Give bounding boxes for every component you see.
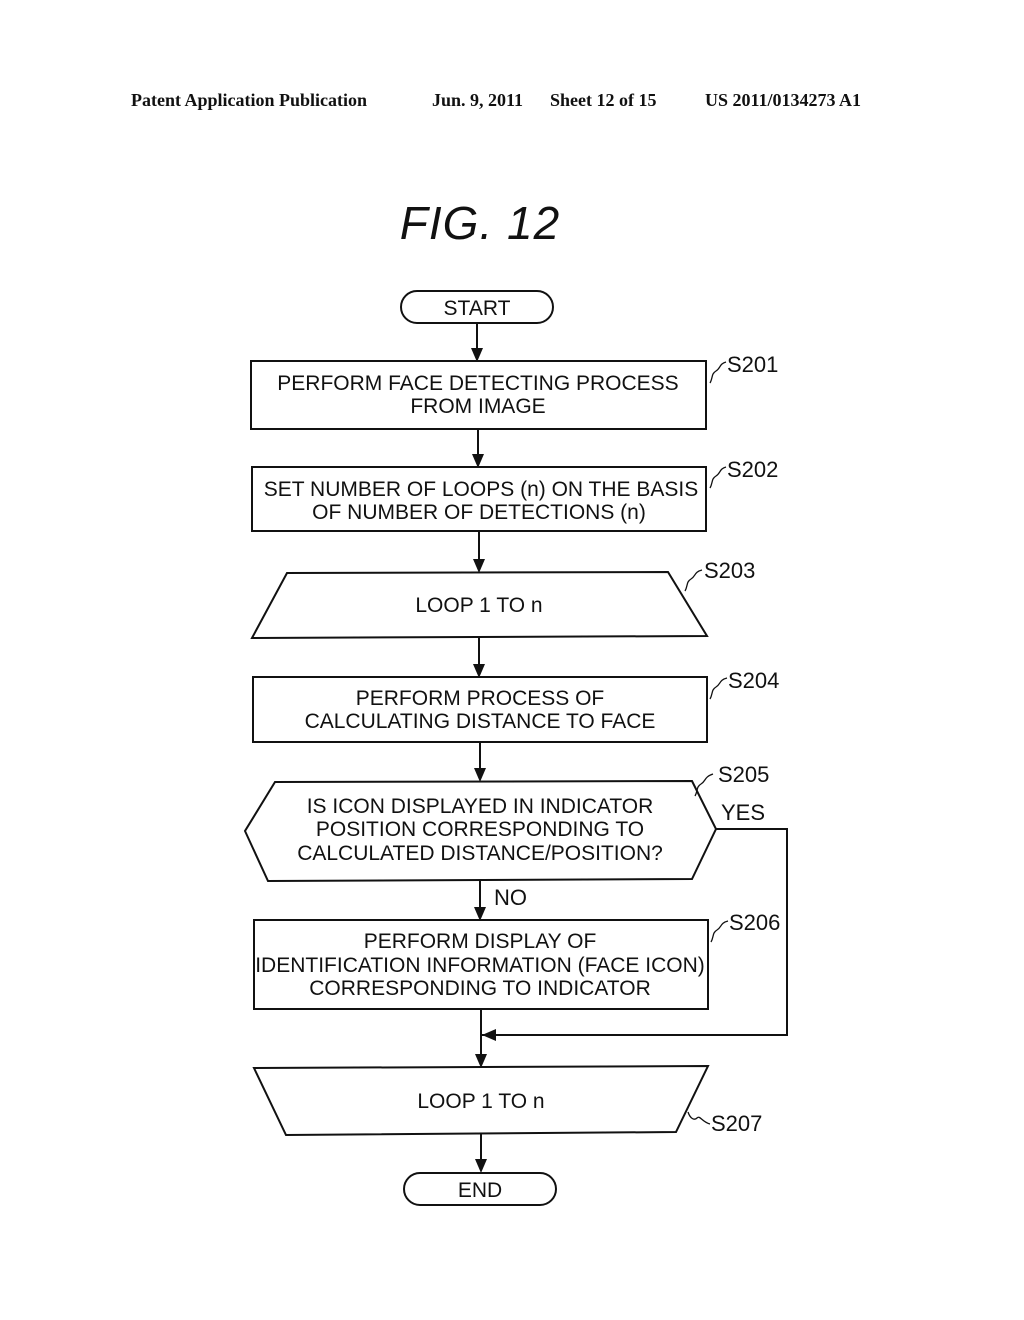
step-label-s204: S204 xyxy=(728,668,779,693)
step-label-s205: S205 xyxy=(718,762,769,787)
arrowhead xyxy=(473,664,485,678)
leader-s202 xyxy=(709,466,727,489)
branch-label-no: NO xyxy=(494,885,527,910)
step-label-s202: S202 xyxy=(727,457,778,482)
leader-s201 xyxy=(709,361,727,384)
arrowhead xyxy=(474,907,486,921)
arrowhead xyxy=(475,1159,487,1173)
step-label-s206: S206 xyxy=(729,910,780,935)
step-label-s207: S207 xyxy=(711,1111,762,1136)
arrowhead xyxy=(473,559,485,573)
s203-label: LOOP 1 TO n xyxy=(415,594,542,617)
s205-line-2: POSITION CORRESPONDING TO xyxy=(316,818,644,841)
s206-line-1: PERFORM DISPLAY OF xyxy=(364,930,597,953)
step-label-s203: S203 xyxy=(704,558,755,583)
s204-line-1: PERFORM PROCESS OF xyxy=(356,687,605,710)
arrowhead xyxy=(475,1054,487,1068)
s205-line-3: CALCULATED DISTANCE/POSITION? xyxy=(297,842,663,865)
s207-label: LOOP 1 TO n xyxy=(417,1090,544,1113)
arrowhead xyxy=(471,348,483,362)
s201-line-1: PERFORM FACE DETECTING PROCESS xyxy=(277,372,678,395)
s206-line-3: CORRESPONDING TO INDICATOR xyxy=(309,977,651,1000)
s201-line-2: FROM IMAGE xyxy=(410,395,545,418)
leader-s207 xyxy=(687,1111,711,1125)
s202-line-1: SET NUMBER OF LOOPS (n) ON THE BASIS xyxy=(264,478,698,501)
arrowhead xyxy=(474,768,486,782)
leader-s206 xyxy=(710,920,729,943)
start-label: START xyxy=(444,297,511,320)
s204-line-2: CALCULATING DISTANCE TO FACE xyxy=(305,710,656,733)
leader-s203 xyxy=(684,569,703,592)
step-label-s201: S201 xyxy=(727,352,778,377)
flowchart: START PERFORM FACE DETECTING PROCESS FRO… xyxy=(243,290,788,1206)
end-label: END xyxy=(458,1179,502,1202)
leader-s204 xyxy=(709,677,728,700)
arrowhead xyxy=(472,454,484,468)
s202-line-2: OF NUMBER OF DETECTIONS (n) xyxy=(312,501,646,524)
s205-line-1: IS ICON DISPLAYED IN INDICATOR xyxy=(307,795,654,818)
s206-line-2: IDENTIFICATION INFORMATION (FACE ICON) xyxy=(255,954,705,977)
branch-label-yes: YES xyxy=(721,800,765,825)
arrowhead xyxy=(482,1029,496,1041)
